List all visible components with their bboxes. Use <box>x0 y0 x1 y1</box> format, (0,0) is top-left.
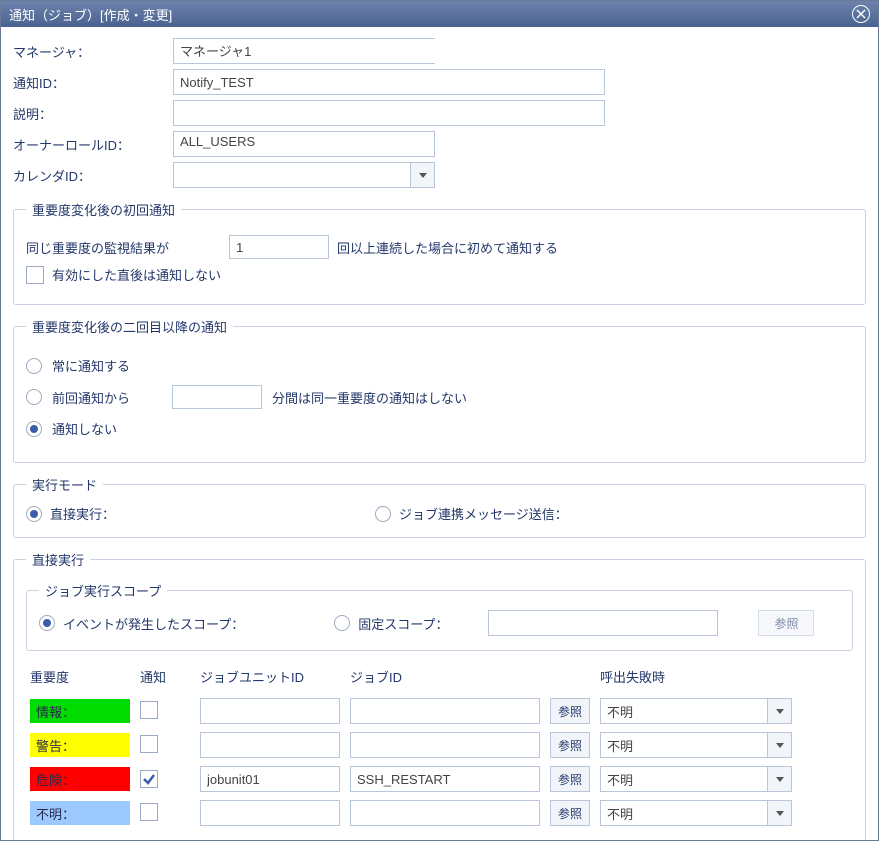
notify-id-label: 通知ID： <box>13 73 173 92</box>
jobid-input[interactable] <box>350 732 540 758</box>
row-owner-role: オーナーロールID： ALL_USERS <box>13 131 866 157</box>
calendar-combo[interactable] <box>173 162 411 188</box>
exec-mode-legend: 実行モード <box>26 475 103 494</box>
col-onfail: 呼出失敗時 <box>596 663 853 694</box>
col-jobid: ジョブID <box>346 663 546 694</box>
radio-interval-pre: 前回通知から <box>52 388 162 407</box>
radio-never-label: 通知しない <box>52 419 117 438</box>
first-count-row: 同じ重要度の監視結果が 回以上連続した場合に初めて通知する <box>26 235 853 259</box>
owner-role-label: オーナーロールID： <box>13 135 173 154</box>
direct-exec-legend: 直接実行 <box>26 550 90 569</box>
radio-always[interactable] <box>26 358 42 374</box>
radio-link-msg-label: ジョブ連携メッセージ送信： <box>399 504 568 523</box>
calendar-label: カレンダID： <box>13 166 173 185</box>
group-second-legend: 重要度変化後の二回目以降の通知 <box>26 317 233 336</box>
jobunit-input[interactable] <box>200 732 340 758</box>
manager-input[interactable]: マネージャ1 <box>173 38 435 64</box>
table-row: 情報： 参照不明 <box>26 694 853 728</box>
dialog-title: 通知（ジョブ）[作成・変更] <box>9 5 172 24</box>
dialog-body: マネージャ： マネージャ1 通知ID： 説明： オーナーロールID： ALL_U… <box>1 27 878 841</box>
jobid-input[interactable] <box>350 698 540 724</box>
exec-mode-row: 直接実行： ジョブ連携メッセージ送信： <box>26 504 853 523</box>
ref-button[interactable]: 参照 <box>550 800 590 826</box>
notify-checkbox[interactable] <box>140 803 158 821</box>
radio-interval-post: 分間は同一重要度の通知はしない <box>272 388 467 407</box>
notify-checkbox[interactable] <box>140 735 158 753</box>
radio-event-scope-label: イベントが発生したスコープ： <box>63 614 244 633</box>
first-count-pre: 同じ重要度の監視結果が <box>26 238 221 257</box>
notify-id-input[interactable] <box>173 69 605 95</box>
group-first-legend: 重要度変化後の初回通知 <box>26 200 181 219</box>
onfail-combo[interactable]: 不明 <box>600 766 768 792</box>
radio-direct-exec-label: 直接実行： <box>50 504 115 523</box>
group-second-notify: 重要度変化後の二回目以降の通知 常に通知する 前回通知から 分間は同一重要度の通… <box>13 317 866 463</box>
radio-event-scope[interactable] <box>39 615 55 631</box>
titlebar: 通知（ジョブ）[作成・変更] <box>1 1 878 27</box>
fixed-scope-input[interactable] <box>488 610 718 636</box>
jobunit-input[interactable] <box>200 766 340 792</box>
jobid-input[interactable] <box>350 766 540 792</box>
suppress-label: 有効にした直後は通知しない <box>52 265 221 284</box>
ref-button[interactable]: 参照 <box>550 698 590 724</box>
first-suppress-row: 有効にした直後は通知しない <box>26 265 853 284</box>
chevron-down-icon[interactable] <box>768 732 792 758</box>
opt-never-row: 通知しない <box>26 419 853 438</box>
fixed-scope-ref-button[interactable]: 参照 <box>758 610 814 636</box>
radio-always-label: 常に通知する <box>52 356 130 375</box>
jobunit-input[interactable] <box>200 698 340 724</box>
calendar-dropdown-icon[interactable] <box>411 162 435 188</box>
chevron-down-icon[interactable] <box>768 800 792 826</box>
opt-interval-row: 前回通知から 分間は同一重要度の通知はしない <box>26 385 853 409</box>
radio-fixed-scope-label: 固定スコープ： <box>358 614 448 633</box>
suppress-checkbox[interactable] <box>26 266 44 284</box>
onfail-combo[interactable]: 不明 <box>600 800 768 826</box>
row-calendar: カレンダID： <box>13 162 866 188</box>
notify-checkbox[interactable] <box>140 770 158 788</box>
radio-interval[interactable] <box>26 389 42 405</box>
notify-checkbox[interactable] <box>140 701 158 719</box>
jobid-input[interactable] <box>350 800 540 826</box>
radio-fixed-scope[interactable] <box>334 615 350 631</box>
chevron-down-icon[interactable] <box>768 698 792 724</box>
radio-never[interactable] <box>26 421 42 437</box>
col-jobunit: ジョブユニットID <box>196 663 346 694</box>
group-direct-exec: 直接実行 ジョブ実行スコープ イベントが発生したスコープ： 固定スコープ： 参照 <box>13 550 866 841</box>
row-description: 説明： <box>13 100 866 126</box>
chevron-down-icon[interactable] <box>768 766 792 792</box>
radio-link-msg[interactable] <box>375 506 391 522</box>
close-icon[interactable] <box>852 5 870 23</box>
ref-button[interactable]: 参照 <box>550 732 590 758</box>
ref-button[interactable]: 参照 <box>550 766 590 792</box>
group-exec-mode: 実行モード 直接実行： ジョブ連携メッセージ送信： <box>13 475 866 538</box>
job-scope-legend: ジョブ実行スコープ <box>39 581 167 600</box>
opt-always-row: 常に通知する <box>26 356 853 375</box>
severity-tag: 警告： <box>30 733 130 757</box>
severity-tag: 不明： <box>30 801 130 825</box>
group-first-notify: 重要度変化後の初回通知 同じ重要度の監視結果が 回以上連続した場合に初めて通知す… <box>13 200 866 305</box>
radio-direct-exec[interactable] <box>26 506 42 522</box>
table-row: 警告： 参照不明 <box>26 728 853 762</box>
dialog-window: 通知（ジョブ）[作成・変更] マネージャ： マネージャ1 通知ID： 説明： オ… <box>0 0 879 841</box>
first-count-post: 回以上連続した場合に初めて通知する <box>337 238 558 257</box>
table-row: 危険： 参照不明 <box>26 762 853 796</box>
severity-tag: 情報： <box>30 699 130 723</box>
onfail-combo[interactable]: 不明 <box>600 732 768 758</box>
table-row: 不明： 参照不明 <box>26 796 853 830</box>
col-severity: 重要度 <box>26 663 136 694</box>
severity-tag: 危険： <box>30 767 130 791</box>
owner-role-input[interactable]: ALL_USERS <box>173 131 435 157</box>
row-manager: マネージャ： マネージャ1 <box>13 38 866 64</box>
severity-table: 重要度 通知 ジョブユニットID ジョブID 呼出失敗時 情報：参照不明警告：参… <box>26 663 853 830</box>
scope-row: イベントが発生したスコープ： 固定スコープ： 参照 <box>39 610 840 636</box>
first-count-input[interactable] <box>229 235 329 259</box>
description-input[interactable] <box>173 100 605 126</box>
onfail-combo[interactable]: 不明 <box>600 698 768 724</box>
col-notify: 通知 <box>136 663 196 694</box>
description-label: 説明： <box>13 104 173 123</box>
interval-input[interactable] <box>172 385 262 409</box>
row-notify-id: 通知ID： <box>13 69 866 95</box>
manager-label: マネージャ： <box>13 42 173 61</box>
group-job-scope: ジョブ実行スコープ イベントが発生したスコープ： 固定スコープ： 参照 <box>26 581 853 651</box>
jobunit-input[interactable] <box>200 800 340 826</box>
